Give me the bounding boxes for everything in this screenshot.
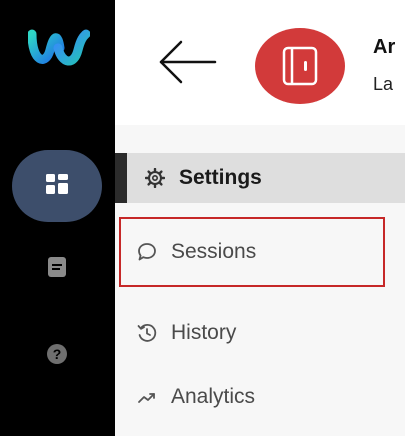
nav-item-history-label: History (171, 321, 237, 344)
side-nav: Settings Sessions History Analytics (115, 125, 405, 436)
webex-logo-icon[interactable] (27, 28, 91, 68)
nav-item-history[interactable]: History (115, 309, 405, 357)
history-icon (137, 323, 157, 343)
active-accent-bar (115, 153, 127, 203)
help-icon: ? (46, 343, 68, 370)
chat-bubble-icon (137, 242, 157, 262)
message-icon (47, 256, 67, 283)
back-button[interactable] (157, 40, 219, 84)
app-subtitle: La (373, 74, 394, 94)
messages-button[interactable] (42, 252, 72, 286)
nav-item-analytics-label: Analytics (171, 385, 256, 408)
nav-item-settings[interactable]: Settings (115, 153, 405, 203)
nav-item-settings-label: Settings (179, 166, 262, 189)
nav-item-sessions-label: Sessions (171, 240, 257, 263)
help-button[interactable]: ? (42, 340, 72, 372)
trend-icon (137, 387, 157, 407)
nav-item-analytics[interactable]: Analytics (115, 373, 405, 421)
app-door-icon (282, 46, 318, 86)
help-glyph: ? (53, 346, 62, 362)
main-panel: Ar La Settings Sessions History Analytic… (115, 0, 405, 436)
apps-grid-icon (46, 173, 68, 199)
arrow-left-icon (159, 40, 217, 84)
app-header: Ar La (115, 0, 405, 125)
nav-item-sessions[interactable]: Sessions (115, 217, 405, 287)
gear-icon (145, 168, 165, 188)
app-avatar (255, 28, 345, 104)
left-rail: ? (0, 0, 115, 436)
apps-button[interactable] (12, 150, 102, 222)
app-title: Ar (373, 36, 396, 58)
